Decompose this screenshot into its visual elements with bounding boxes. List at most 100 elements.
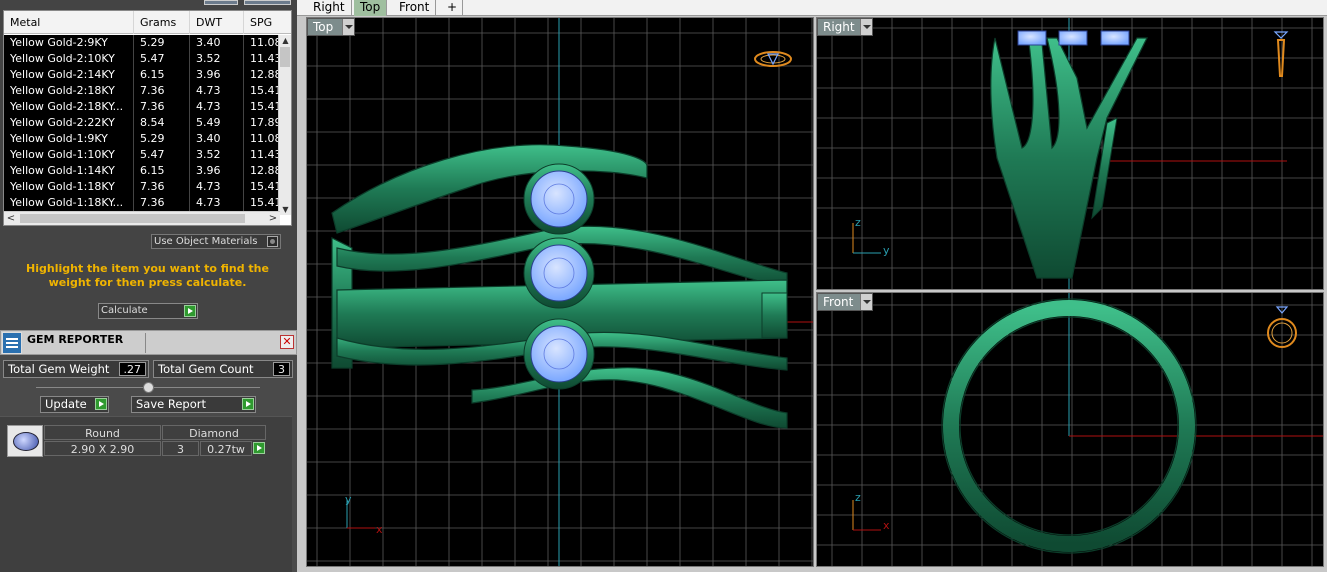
viewport-front[interactable]: Front z x bbox=[816, 292, 1324, 567]
chevron-down-icon[interactable] bbox=[342, 19, 354, 35]
tab-front[interactable]: Front bbox=[393, 0, 437, 16]
ring-band-right-edge bbox=[761, 292, 788, 339]
top-axis-v-label: y bbox=[345, 493, 352, 506]
gem-count: 3 bbox=[162, 441, 199, 456]
viewport-front-label[interactable]: Front bbox=[817, 293, 873, 311]
right-axis-v-label: z bbox=[855, 216, 861, 229]
grams-cell: 7.36 bbox=[134, 179, 190, 195]
splitter-handle[interactable] bbox=[143, 382, 154, 393]
metal-name-cell: Yellow Gold-2:10KY bbox=[4, 51, 134, 67]
metal-table-row[interactable]: Yellow Gold-2:10KY 5.47 3.52 11.43 bbox=[4, 51, 284, 67]
metal-name-cell: Yellow Gold-2:14KY bbox=[4, 67, 134, 83]
tab-top[interactable]: Top bbox=[354, 0, 388, 16]
viewport-right-label-text: Right bbox=[823, 20, 855, 34]
viewport-right[interactable]: Right z y bbox=[816, 17, 1324, 290]
grams-cell: 6.15 bbox=[134, 67, 190, 83]
gem-total-weight: 0.27tw bbox=[200, 441, 252, 456]
play-icon[interactable] bbox=[242, 398, 254, 410]
gem-list-row[interactable]: Round 2.90 X 2.90 Diamond 3 0.27tw bbox=[7, 425, 266, 457]
play-icon[interactable] bbox=[95, 398, 107, 410]
right-axis-h-label: y bbox=[883, 244, 890, 257]
hscroll-thumb[interactable] bbox=[20, 214, 245, 223]
total-gem-count-value[interactable]: 3 bbox=[273, 362, 290, 376]
diamond-gem bbox=[1017, 30, 1047, 46]
radio-icon[interactable] bbox=[267, 236, 278, 247]
metal-table-row[interactable]: Yellow Gold-2:14KY 6.15 3.96 12.88 bbox=[4, 67, 284, 83]
panel-top-button-2[interactable] bbox=[244, 0, 291, 5]
header-dwt[interactable]: DWT bbox=[190, 11, 244, 34]
close-icon[interactable]: ✕ bbox=[280, 335, 294, 349]
play-icon[interactable] bbox=[184, 305, 196, 317]
chevron-down-icon[interactable] bbox=[860, 294, 872, 310]
gem-list: Round 2.90 X 2.90 Diamond 3 0.27tw bbox=[0, 416, 292, 572]
grid bbox=[817, 293, 1323, 566]
dwt-cell: 3.96 bbox=[190, 67, 244, 83]
horizontal-scrollbar[interactable]: < > bbox=[4, 211, 280, 225]
chevron-down-icon[interactable] bbox=[860, 19, 872, 35]
metal-table-row[interactable]: Yellow Gold-1:14KY 6.15 3.96 12.88 bbox=[4, 163, 284, 179]
viewport-area: Right Top Front + Top y x Right z y Fron… bbox=[297, 0, 1327, 572]
viewport-top[interactable]: Top y x bbox=[306, 17, 814, 567]
gem-reporter-icon bbox=[2, 332, 22, 354]
grams-cell: 5.47 bbox=[134, 147, 190, 163]
metal-table-row[interactable]: Yellow Gold-2:9KY 5.29 3.40 11.08 bbox=[4, 35, 284, 51]
gem-shape: Round bbox=[44, 425, 161, 440]
top-view-canvas[interactable] bbox=[307, 18, 814, 567]
metal-table-row[interactable]: Yellow Gold-1:10KY 5.47 3.52 11.43 bbox=[4, 147, 284, 163]
metal-table-row[interactable]: Yellow Gold-1:18KY... 7.36 4.73 15.41 bbox=[4, 195, 284, 211]
ring-preview-icon bbox=[754, 51, 792, 67]
calculate-button[interactable]: Calculate bbox=[98, 303, 198, 319]
gem-reporter-title: GEM REPORTER bbox=[27, 333, 124, 346]
front-view-canvas[interactable] bbox=[817, 293, 1324, 567]
scroll-up-icon[interactable]: ▲ bbox=[279, 35, 291, 46]
scroll-right-icon[interactable]: > bbox=[266, 212, 280, 225]
dwt-cell: 5.49 bbox=[190, 115, 244, 131]
panel-top-button-1[interactable] bbox=[204, 0, 238, 5]
metal-name-cell: Yellow Gold-2:18KY... bbox=[4, 99, 134, 115]
save-report-button[interactable]: Save Report bbox=[131, 396, 256, 413]
metal-table-row[interactable]: Yellow Gold-2:18KY... 7.36 4.73 15.41 bbox=[4, 99, 284, 115]
ring-profile bbox=[990, 37, 1148, 279]
grams-cell: 5.47 bbox=[134, 51, 190, 67]
scroll-down-icon[interactable]: ▼ bbox=[279, 204, 291, 215]
metal-table-row[interactable]: Yellow Gold-1:18KY 7.36 4.73 15.41 bbox=[4, 179, 284, 195]
grams-cell: 7.36 bbox=[134, 99, 190, 115]
diamond-gem bbox=[1058, 30, 1088, 46]
viewport-tab-bar: Right Top Front + bbox=[297, 0, 1327, 16]
metal-table-header: Metal Grams DWT SPG bbox=[4, 11, 291, 34]
header-metal[interactable]: Metal bbox=[4, 11, 134, 34]
viewport-top-label-text: Top bbox=[313, 20, 334, 34]
diamond-gem bbox=[530, 170, 588, 228]
vertical-scrollbar[interactable]: ▲ ▼ bbox=[278, 35, 291, 215]
total-gem-weight-label: Total Gem Weight bbox=[8, 362, 110, 376]
viewport-front-label-text: Front bbox=[823, 295, 854, 309]
gem-reporter-titlebar: GEM REPORTER ✕ bbox=[0, 330, 297, 355]
metal-table-row[interactable]: Yellow Gold-1:9KY 5.29 3.40 11.08 bbox=[4, 131, 284, 147]
metal-table-row[interactable]: Yellow Gold-2:18KY 7.36 4.73 15.41 bbox=[4, 83, 284, 99]
header-spg[interactable]: SPG bbox=[244, 11, 291, 34]
tab-right[interactable]: Right bbox=[307, 0, 352, 16]
viewport-top-label[interactable]: Top bbox=[307, 18, 355, 36]
plus-icon[interactable]: + bbox=[441, 0, 463, 16]
right-view-canvas[interactable] bbox=[817, 18, 1324, 290]
play-icon[interactable] bbox=[253, 442, 265, 454]
header-grams[interactable]: Grams bbox=[134, 11, 190, 34]
viewport-right-label[interactable]: Right bbox=[817, 18, 873, 36]
dwt-cell: 3.52 bbox=[190, 51, 244, 67]
ring-band-bottom bbox=[471, 367, 788, 429]
metal-table-row[interactable]: Yellow Gold-2:22KY 8.54 5.49 17.89 bbox=[4, 115, 284, 131]
total-gem-weight-field: Total Gem Weight .27 bbox=[3, 360, 149, 378]
scroll-thumb[interactable] bbox=[280, 47, 290, 67]
dwt-cell: 4.73 bbox=[190, 99, 244, 115]
total-gem-count-label: Total Gem Count bbox=[158, 362, 254, 376]
diamond-gem bbox=[1100, 30, 1130, 46]
grams-cell: 8.54 bbox=[134, 115, 190, 131]
use-object-materials-checkbox[interactable]: Use Object Materials bbox=[151, 234, 281, 249]
grams-cell: 5.29 bbox=[134, 131, 190, 147]
grams-cell: 7.36 bbox=[134, 83, 190, 99]
update-button[interactable]: Update bbox=[40, 396, 109, 413]
total-gem-weight-value[interactable]: .27 bbox=[118, 362, 146, 376]
metal-name-cell: Yellow Gold-1:18KY... bbox=[4, 195, 134, 211]
save-report-label: Save Report bbox=[136, 397, 207, 411]
scroll-left-icon[interactable]: < bbox=[4, 212, 18, 225]
